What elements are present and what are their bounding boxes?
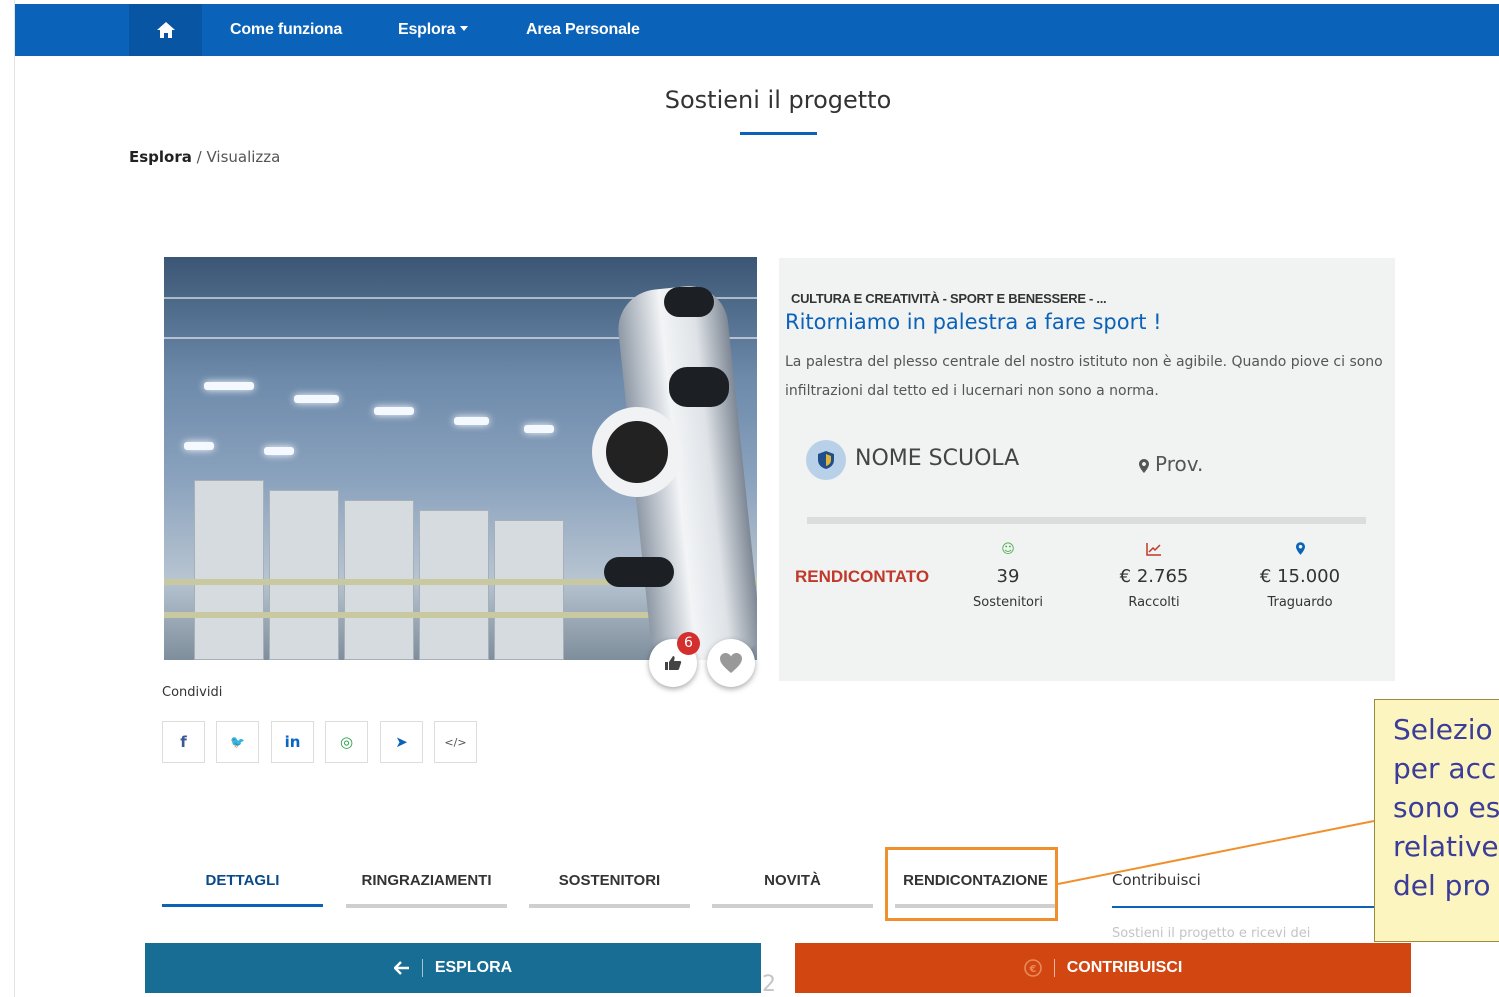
annotation-tooltip: Selezio per acc sono es relative del pro xyxy=(1374,699,1499,942)
arrow-left-icon xyxy=(393,961,409,975)
project-description: La palestra del plesso centrale del nost… xyxy=(785,354,1383,399)
twitter-icon: 🐦 xyxy=(230,735,245,749)
favorite-button[interactable] xyxy=(707,639,755,687)
project-card: CULTURA E CREATIVITÀ - SPORT E BENESSERE… xyxy=(779,258,1395,681)
breadcrumb-current: Visualizza xyxy=(206,148,281,166)
nav-come-funziona[interactable]: Come funziona xyxy=(230,4,342,56)
contribute-button-label: CONTRIBUISCI xyxy=(1066,959,1183,976)
project-categories: CULTURA E CREATIVITÀ - SPORT E BENESSERE… xyxy=(791,291,1107,306)
map-marker-icon xyxy=(1139,458,1149,473)
tooltip-line: relative xyxy=(1393,830,1499,863)
sidebar-contribuisci-underline xyxy=(1112,906,1392,908)
tooltip-line: Selezio xyxy=(1393,713,1493,746)
funding-progress-bar xyxy=(807,517,1366,524)
school-name[interactable]: NOME SCUOLA xyxy=(855,446,1019,471)
share-linkedin-button[interactable]: in xyxy=(271,721,314,763)
nav-area-personale[interactable]: Area Personale xyxy=(526,4,640,56)
stat-sostenitori: ☺ 39 Sostenitori xyxy=(953,542,1063,610)
tab-dettagli-indicator xyxy=(162,904,323,907)
stat-traguardo: € 15.000 Traguardo xyxy=(1245,542,1355,610)
sidebar-contribuisci-text: Sostieni il progetto e ricevi dei xyxy=(1112,926,1311,941)
coin-icon: € xyxy=(1023,959,1042,977)
stat-value: € 15.000 xyxy=(1259,566,1341,587)
share-embed-button[interactable]: </> xyxy=(434,721,477,763)
page-title: Sostieni il progetto xyxy=(664,86,892,114)
share-facebook-button[interactable]: f xyxy=(162,721,205,763)
share-whatsapp-button[interactable]: ◎ xyxy=(325,721,368,763)
telegram-icon: ➤ xyxy=(395,733,408,751)
tab-dettagli[interactable]: DETTAGLI xyxy=(162,872,323,889)
linkedin-icon: in xyxy=(284,733,301,751)
back-button-label: ESPLORA xyxy=(434,959,513,976)
tab-ringraziamenti-indicator xyxy=(346,904,507,908)
stat-label: Sostenitori xyxy=(973,595,1043,610)
tab-novita-indicator xyxy=(712,904,873,908)
caret-down-icon xyxy=(460,25,469,31)
stat-label: Traguardo xyxy=(1267,595,1333,610)
tab-novita[interactable]: NOVITÀ xyxy=(712,872,873,889)
province: Prov. xyxy=(1139,452,1203,476)
project-status: RENDICONTATO xyxy=(795,567,930,586)
project-image xyxy=(164,257,757,660)
school-avatar xyxy=(806,440,846,480)
page-number: 2 xyxy=(762,972,776,997)
province-label: Prov. xyxy=(1155,452,1204,476)
tooltip-line: del pro xyxy=(1393,869,1491,902)
stat-value: 39 xyxy=(996,566,1020,587)
chart-line-icon xyxy=(1099,542,1209,560)
stat-value: € 2.765 xyxy=(1119,566,1189,587)
map-marker-icon xyxy=(1245,542,1355,560)
back-to-explore-button[interactable]: ESPLORA xyxy=(145,943,761,993)
share-telegram-button[interactable]: ➤ xyxy=(380,721,423,763)
nav-esplora-label: Esplora xyxy=(398,21,456,38)
tab-highlight-box xyxy=(885,847,1058,921)
breadcrumb-separator: / xyxy=(191,148,207,166)
stat-label: Raccolti xyxy=(1128,595,1180,610)
facebook-icon: f xyxy=(180,733,187,751)
title-underline xyxy=(740,132,817,135)
tab-sostenitori[interactable]: SOSTENITORI xyxy=(529,872,690,889)
nav-esplora-dropdown[interactable]: Esplora xyxy=(398,4,469,56)
tooltip-line: per acc xyxy=(1393,752,1497,785)
embed-code-icon: </> xyxy=(444,735,467,749)
top-navbar: Come funziona Esplora Area Personale xyxy=(15,4,1499,56)
tooltip-line: sono es xyxy=(1393,791,1499,824)
whatsapp-icon: ◎ xyxy=(339,733,354,751)
share-twitter-button[interactable]: 🐦 xyxy=(216,721,259,763)
stat-raccolti: € 2.765 Raccolti xyxy=(1099,542,1209,610)
breadcrumb: Esplora / Visualizza xyxy=(129,148,280,166)
heart-icon xyxy=(720,653,742,673)
callout-connector xyxy=(1057,820,1375,885)
svg-text:€: € xyxy=(1028,964,1036,975)
tab-ringraziamenti[interactable]: RINGRAZIAMENTI xyxy=(346,872,507,889)
share-label: Condividi xyxy=(162,685,223,700)
home-button[interactable] xyxy=(129,4,202,56)
tab-sostenitori-indicator xyxy=(529,904,690,908)
thumbs-up-icon xyxy=(665,656,682,670)
like-count-badge: 6 xyxy=(677,632,700,655)
shield-icon xyxy=(818,451,834,469)
breadcrumb-esplora[interactable]: Esplora xyxy=(129,148,192,166)
project-title[interactable]: Ritorniamo in palestra a fare sport ! xyxy=(785,310,1162,334)
contribute-button[interactable]: € CONTRIBUISCI xyxy=(795,943,1411,993)
smile-icon: ☺ xyxy=(1001,542,1015,557)
home-icon xyxy=(156,22,175,38)
